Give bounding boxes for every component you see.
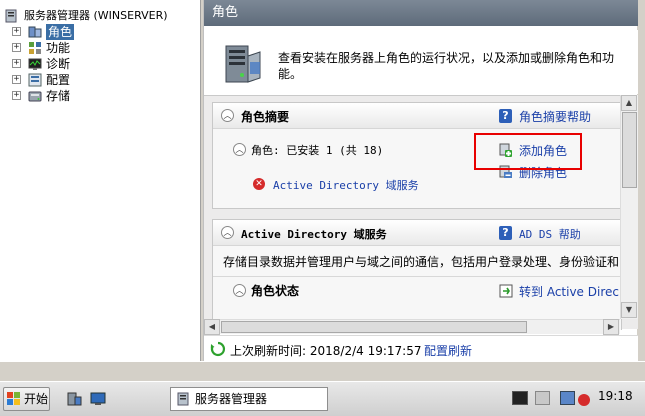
scroll-thumb[interactable]	[221, 321, 527, 333]
roles-panel: 角色 查看安装在服务器上角色的运行状况，以及添加或删除角色和功能。 ︿ 角色摘要…	[203, 0, 638, 361]
expand-icon[interactable]: +	[12, 91, 21, 100]
server-icon	[5, 9, 17, 23]
vertical-scrollbar[interactable]: ▲ ▼	[620, 95, 638, 319]
expand-icon[interactable]: +	[12, 59, 21, 68]
roles-icon	[28, 26, 42, 38]
tree-item-features[interactable]: + 功能	[12, 40, 197, 56]
scroll-thumb[interactable]	[622, 112, 637, 188]
clock: 19:18	[598, 389, 633, 403]
expand-icon[interactable]: +	[12, 27, 21, 36]
start-button[interactable]: 开始	[3, 387, 50, 411]
configure-refresh-link[interactable]: 配置刷新	[424, 342, 472, 359]
collapse-icon[interactable]: ︿	[221, 226, 234, 239]
features-icon	[29, 42, 41, 54]
ad-ds-section: ︿ Active Directory 域服务 ? AD DS 帮助 存储目录数据…	[212, 219, 622, 330]
vm-tools-icon[interactable]	[512, 391, 528, 405]
help-icon: ?	[499, 109, 512, 123]
network-icon[interactable]	[560, 391, 575, 405]
panel-title: 角色	[204, 0, 638, 26]
ad-ds-description: 存储目录数据并管理用户与域之间的通信，包括用户登录处理、身份验证和	[223, 255, 620, 269]
intro-text: 查看安装在服务器上角色的运行状况，以及添加或删除角色和功能。	[278, 51, 615, 81]
error-icon: ✕	[253, 178, 265, 190]
diagnostics-icon	[28, 58, 42, 70]
section-header: ︿ Active Directory 域服务 ? AD DS 帮助	[213, 220, 621, 246]
section-header: ︿ 角色摘要 ? 角色摘要帮助	[213, 103, 621, 129]
configuration-icon	[28, 73, 42, 87]
roles-installed-count: 角色: 已安装 1 (共 18)	[251, 144, 384, 157]
status-bar	[0, 361, 645, 381]
roles-summary-help-link[interactable]: 角色摘要帮助	[519, 108, 591, 125]
collapse-icon[interactable]: ︿	[233, 143, 246, 156]
goto-ad-link[interactable]: 转到 Active Direc	[519, 283, 623, 300]
tree-item-label: 存储	[46, 89, 71, 103]
scroll-up-button[interactable]: ▲	[621, 95, 637, 111]
ad-ds-help-link[interactable]: AD DS 帮助	[519, 226, 581, 242]
role-link-ad-ds[interactable]: Active Directory 域服务	[273, 177, 419, 193]
tree-item-diagnostics[interactable]: + 诊断	[12, 56, 197, 72]
server-manager-quicklaunch-icon[interactable]	[66, 391, 82, 407]
start-label: 开始	[24, 392, 49, 406]
scroll-right-button[interactable]: ▶	[603, 319, 619, 335]
storage-icon	[28, 91, 42, 102]
taskbar-app-server-manager[interactable]: 服务器管理器	[170, 387, 328, 411]
tray-device-icon[interactable]	[535, 391, 550, 405]
intro-section: 查看安装在服务器上角色的运行状况，以及添加或删除角色和功能。	[204, 30, 638, 94]
highlight-box	[474, 133, 582, 170]
tree-item-label: 配置	[46, 73, 71, 87]
tree-item-label: 诊断	[46, 57, 71, 71]
scroll-down-button[interactable]: ▼	[621, 302, 637, 318]
scroll-left-button[interactable]: ◀	[204, 319, 220, 335]
server-roles-icon	[225, 45, 261, 83]
goto-icon	[499, 284, 513, 298]
help-icon: ?	[499, 226, 512, 240]
server-icon	[177, 392, 189, 406]
last-refresh-text: 上次刷新时间: 2018/2/4 19:17:57	[230, 344, 422, 358]
section-title: 角色摘要	[241, 110, 290, 124]
tree-root[interactable]: 服务器管理器 (WINSERVER)	[4, 8, 199, 24]
refresh-icon	[210, 341, 226, 357]
tree-item-label: 角色	[46, 24, 75, 40]
taskbar: 开始 服务器管理器 19:18	[0, 381, 645, 416]
tree-item-label: 功能	[46, 41, 71, 55]
navigation-tree: 服务器管理器 (WINSERVER) + 角色 + 功能 + 诊断 + 配置 +…	[0, 0, 201, 361]
expand-icon[interactable]: +	[12, 43, 21, 52]
tree-item-roles[interactable]: + 角色	[12, 24, 197, 40]
network-error-icon[interactable]	[578, 394, 590, 406]
horizontal-scrollbar[interactable]: ◀ ▶	[204, 319, 620, 335]
roles-content-scroll: ︿ 角色摘要 ? 角色摘要帮助 ︿ 角色: 已安装 1 (共 18) ✕ Act…	[204, 95, 638, 330]
collapse-icon[interactable]: ︿	[221, 109, 234, 122]
tree-item-configuration[interactable]: + 配置	[12, 72, 197, 88]
role-status-title: 角色状态	[251, 284, 300, 298]
refresh-bar: 上次刷新时间: 2018/2/4 19:17:57 配置刷新	[204, 335, 638, 361]
tree-item-storage[interactable]: + 存储	[12, 88, 197, 104]
taskbar-app-label: 服务器管理器	[195, 392, 268, 406]
section-title: Active Directory 域服务	[241, 228, 387, 241]
divider	[213, 276, 621, 277]
collapse-icon[interactable]: ︿	[233, 284, 246, 297]
show-desktop-icon[interactable]	[90, 391, 106, 407]
windows-logo-icon	[7, 392, 20, 405]
expand-icon[interactable]: +	[12, 75, 21, 84]
tree-root-label: 服务器管理器 (WINSERVER)	[24, 9, 168, 22]
